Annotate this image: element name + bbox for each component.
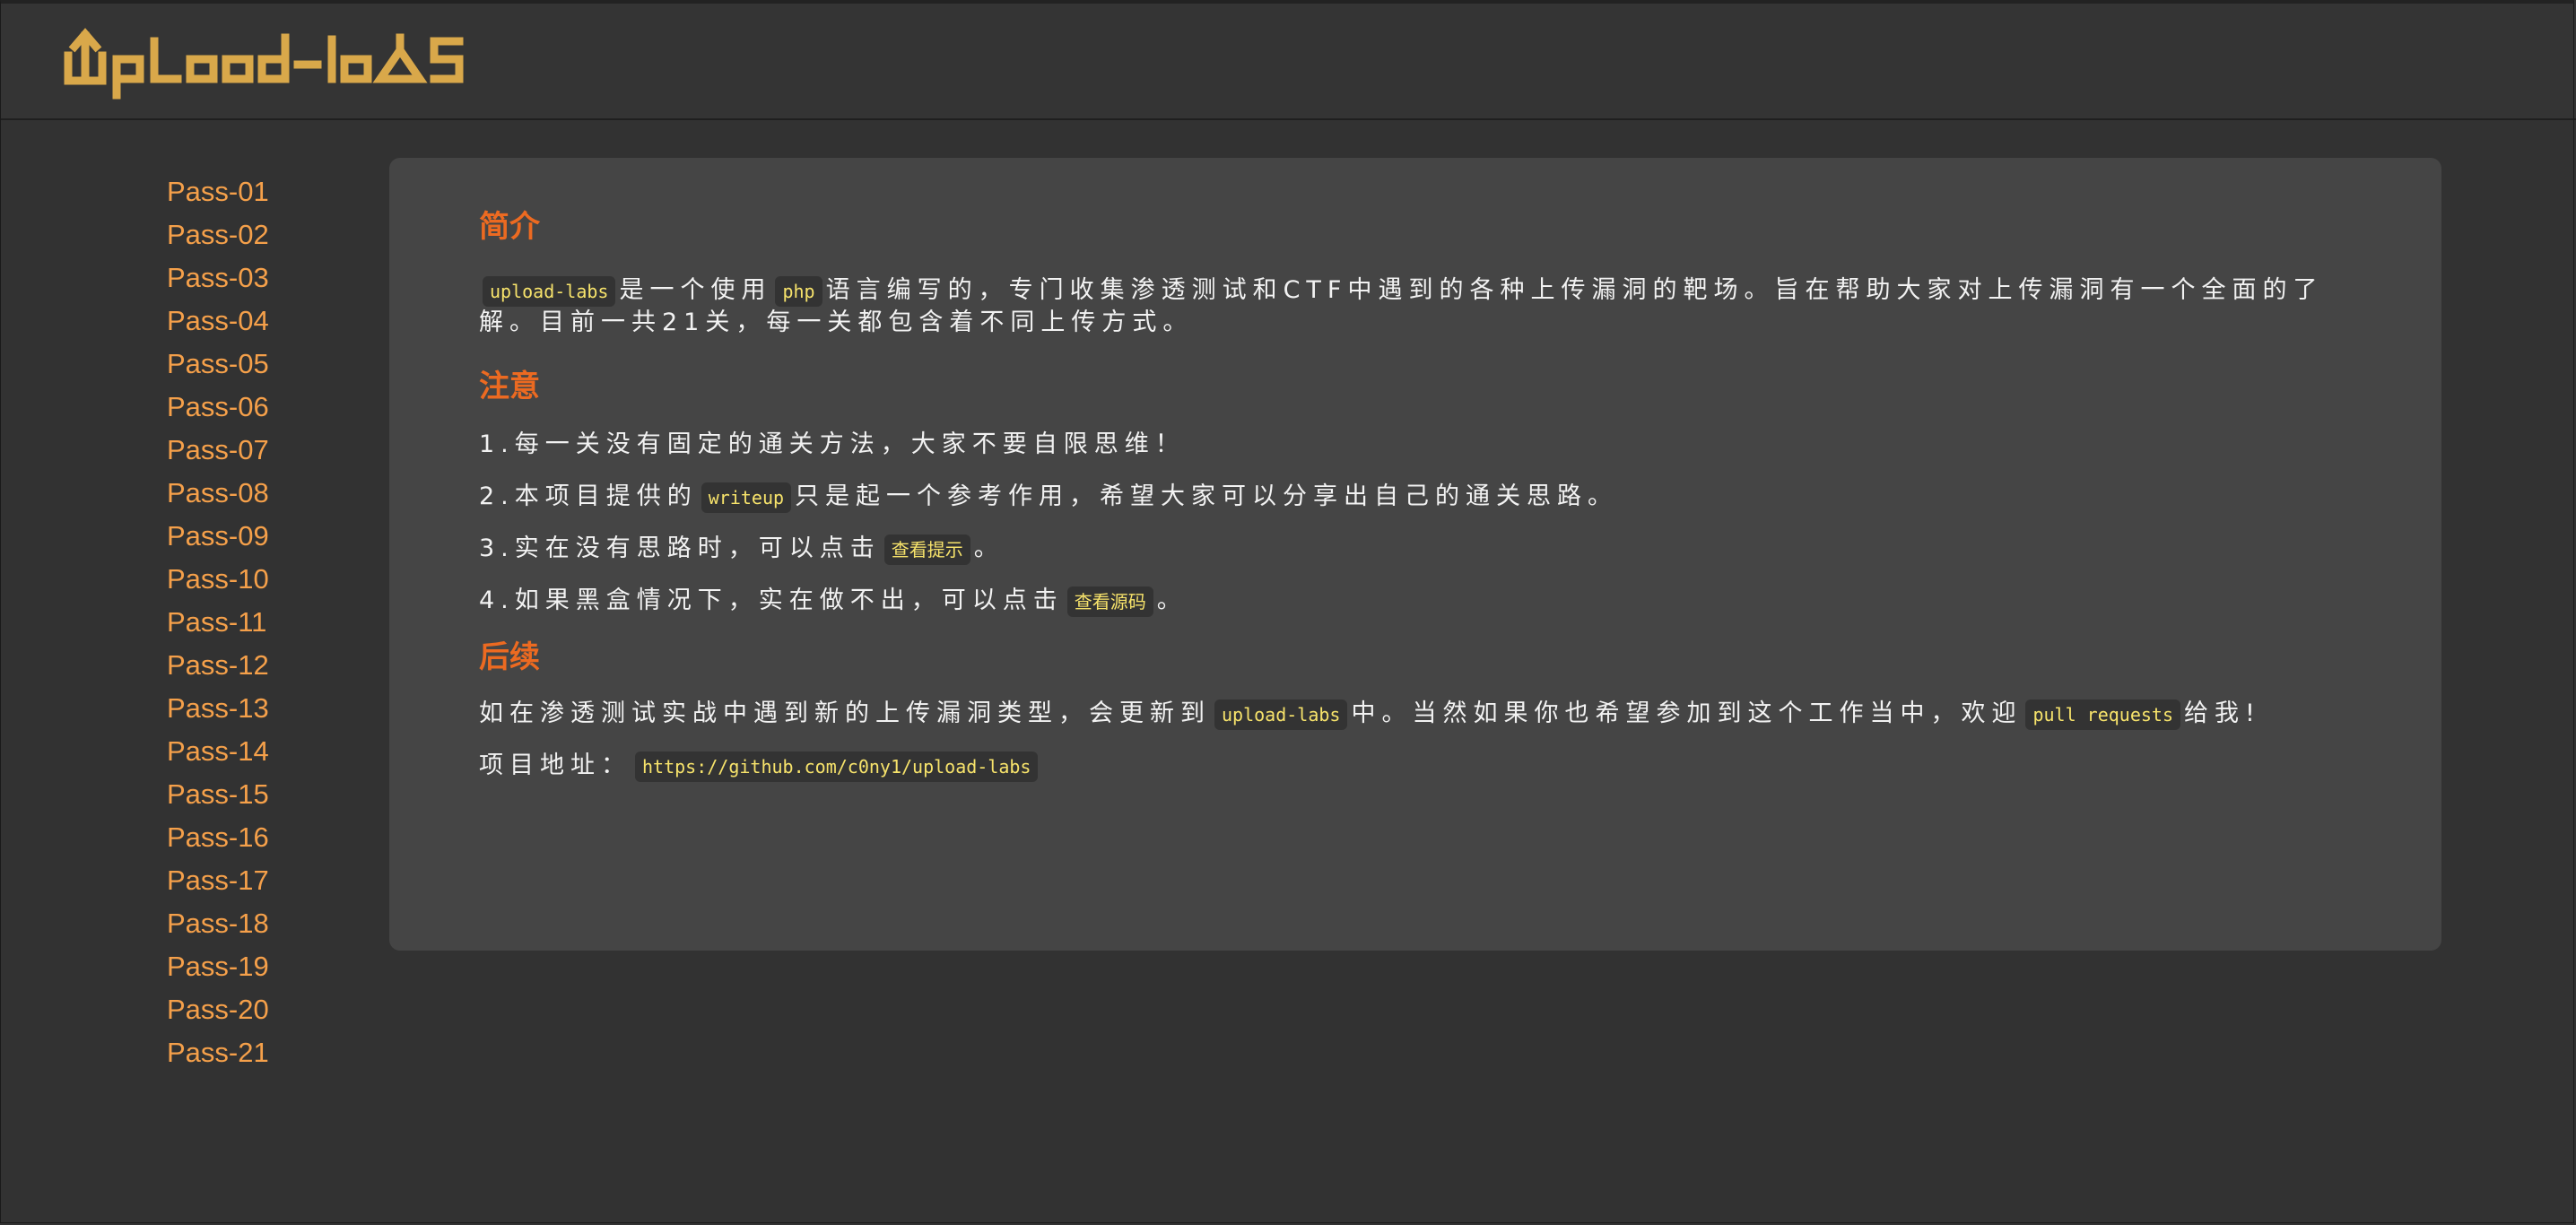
sidebar-item-pass-03: Pass-03 [0, 262, 359, 305]
sidebar-link-pass-16[interactable]: Pass-16 [167, 821, 269, 854]
sidebar-item-pass-10: Pass-10 [0, 563, 359, 606]
note-item-2: 2.本项目提供的 writeup 只是起一个参考作用，希望大家可以分享出自己的通关思… [479, 481, 2352, 513]
sidebar-link-pass-15[interactable]: Pass-15 [167, 778, 269, 811]
project-address-link[interactable]: https://github.com/c0ny1/upload-labs [635, 751, 1039, 782]
sidebar-link-pass-01[interactable]: Pass-01 [167, 176, 269, 208]
intro-paragraph: upload-labs 是一个使用 php 语言编写的，专门收集渗透测试和CTF中遇到… [479, 274, 2352, 339]
sidebar-link-pass-07[interactable]: Pass-07 [167, 434, 269, 466]
follow-code-upload-labs: upload-labs [1214, 699, 1348, 730]
sidebar-item-pass-13: Pass-13 [0, 692, 359, 735]
sidebar-item-pass-12: Pass-12 [0, 649, 359, 692]
sidebar-item-pass-01: Pass-01 [0, 176, 359, 219]
sidebar: Pass-01 Pass-02 Pass-03 Pass-04 Pass-05 … [0, 176, 359, 1080]
follow-text-2: 中。当然如果你也希望参加到这个工作当中，欢迎 [1351, 699, 2023, 727]
note-code-writeup: writeup [701, 482, 792, 513]
sidebar-item-pass-18: Pass-18 [0, 908, 359, 951]
note-item-3-post: 。 [973, 534, 1005, 562]
sidebar-item-pass-15: Pass-15 [0, 778, 359, 821]
follow-text-1: 如在渗透测试实战中遇到新的上传漏洞类型，会更新到 [479, 699, 1211, 727]
sidebar-link-pass-13[interactable]: Pass-13 [167, 692, 269, 725]
intro-code-php: php [775, 275, 822, 307]
note-item-1: 1.每一关没有固定的通关方法，大家不要自限思维！ [479, 430, 1186, 458]
sidebar-link-pass-14[interactable]: Pass-14 [167, 735, 269, 768]
show-source-button[interactable]: 查看源码 [1066, 586, 1153, 617]
notes-title: 注意 [479, 369, 540, 404]
intro-text-1: 是一个使用 [619, 276, 772, 304]
sidebar-link-pass-02[interactable]: Pass-02 [167, 219, 269, 251]
note-item-3: 3.实在没有思路时，可以点击 查看提示。 [479, 533, 2352, 565]
project-address: 项目地址： https://github.com/c0ny1/upload-lab… [479, 750, 2352, 782]
sidebar-link-pass-19[interactable]: Pass-19 [167, 951, 269, 983]
sidebar-link-pass-18[interactable]: Pass-18 [167, 908, 269, 940]
sidebar-item-pass-09: Pass-09 [0, 520, 359, 563]
sidebar-link-pass-05[interactable]: Pass-05 [167, 348, 269, 380]
note-item-2-post: 只是起一个参考作用，希望大家可以分享出自己的通关思路。 [795, 482, 1619, 510]
sidebar-link-pass-03[interactable]: Pass-03 [167, 262, 269, 294]
sidebar-item-pass-04: Pass-04 [0, 305, 359, 348]
sidebar-link-pass-08[interactable]: Pass-08 [167, 477, 269, 509]
note-item-3-pre: 3.实在没有思路时，可以点击 [479, 534, 881, 562]
sidebar-link-pass-06[interactable]: Pass-06 [167, 391, 269, 423]
logo-graphic [64, 28, 464, 100]
sidebar-link-pass-10[interactable]: Pass-10 [167, 563, 269, 595]
note-item-4-pre: 4.如果黑盒情况下，实在做不出，可以点击 [479, 586, 1064, 614]
sidebar-item-pass-08: Pass-08 [0, 477, 359, 520]
intro-code-upload-labs: upload-labs [483, 275, 616, 307]
sidebar-item-pass-06: Pass-06 [0, 391, 359, 434]
sidebar-link-pass-17[interactable]: Pass-17 [167, 864, 269, 897]
follow-title: 后续 [479, 639, 540, 675]
sidebar-link-pass-04[interactable]: Pass-04 [167, 305, 269, 337]
project-address-label: 项目地址： [479, 752, 631, 779]
sidebar-link-pass-12[interactable]: Pass-12 [167, 649, 269, 682]
sidebar-item-pass-11: Pass-11 [0, 606, 359, 649]
note-item-2-pre: 2.本项目提供的 [479, 482, 698, 510]
upload-labs-logo[interactable] [63, 23, 475, 100]
sidebar-link-pass-20[interactable]: Pass-20 [167, 994, 269, 1026]
follow-text-3: 给我! [2184, 699, 2261, 727]
show-hint-button[interactable]: 查看提示 [883, 534, 970, 565]
sidebar-link-pass-09[interactable]: Pass-09 [167, 520, 269, 552]
sidebar-item-pass-17: Pass-17 [0, 864, 359, 908]
header [0, 0, 2576, 120]
sidebar-list: Pass-01 Pass-02 Pass-03 Pass-04 Pass-05 … [0, 176, 359, 1080]
sidebar-item-pass-02: Pass-02 [0, 219, 359, 262]
sidebar-item-pass-05: Pass-05 [0, 348, 359, 391]
sidebar-item-pass-16: Pass-16 [0, 821, 359, 864]
sidebar-item-pass-20: Pass-20 [0, 994, 359, 1037]
note-item-4-post: 。 [1156, 586, 1188, 614]
sidebar-item-pass-19: Pass-19 [0, 951, 359, 994]
sidebar-item-pass-07: Pass-07 [0, 434, 359, 477]
sidebar-item-pass-21: Pass-21 [0, 1037, 359, 1080]
sidebar-link-pass-11[interactable]: Pass-11 [167, 606, 266, 639]
sidebar-link-pass-21[interactable]: Pass-21 [167, 1037, 269, 1069]
sidebar-item-pass-14: Pass-14 [0, 735, 359, 778]
note-item-4: 4.如果黑盒情况下，实在做不出，可以点击 查看源码。 [479, 585, 2352, 617]
intro-title: 简介 [479, 209, 540, 245]
follow-code-pull-requests: pull requests [2025, 699, 2180, 730]
content-panel: 简介 upload-labs 是一个使用 php 语言编写的，专门收集渗透测试和CTF… [389, 158, 2441, 951]
follow-paragraph: 如在渗透测试实战中遇到新的上传漏洞类型，会更新到 upload-labs 中。当然如… [479, 698, 2352, 730]
